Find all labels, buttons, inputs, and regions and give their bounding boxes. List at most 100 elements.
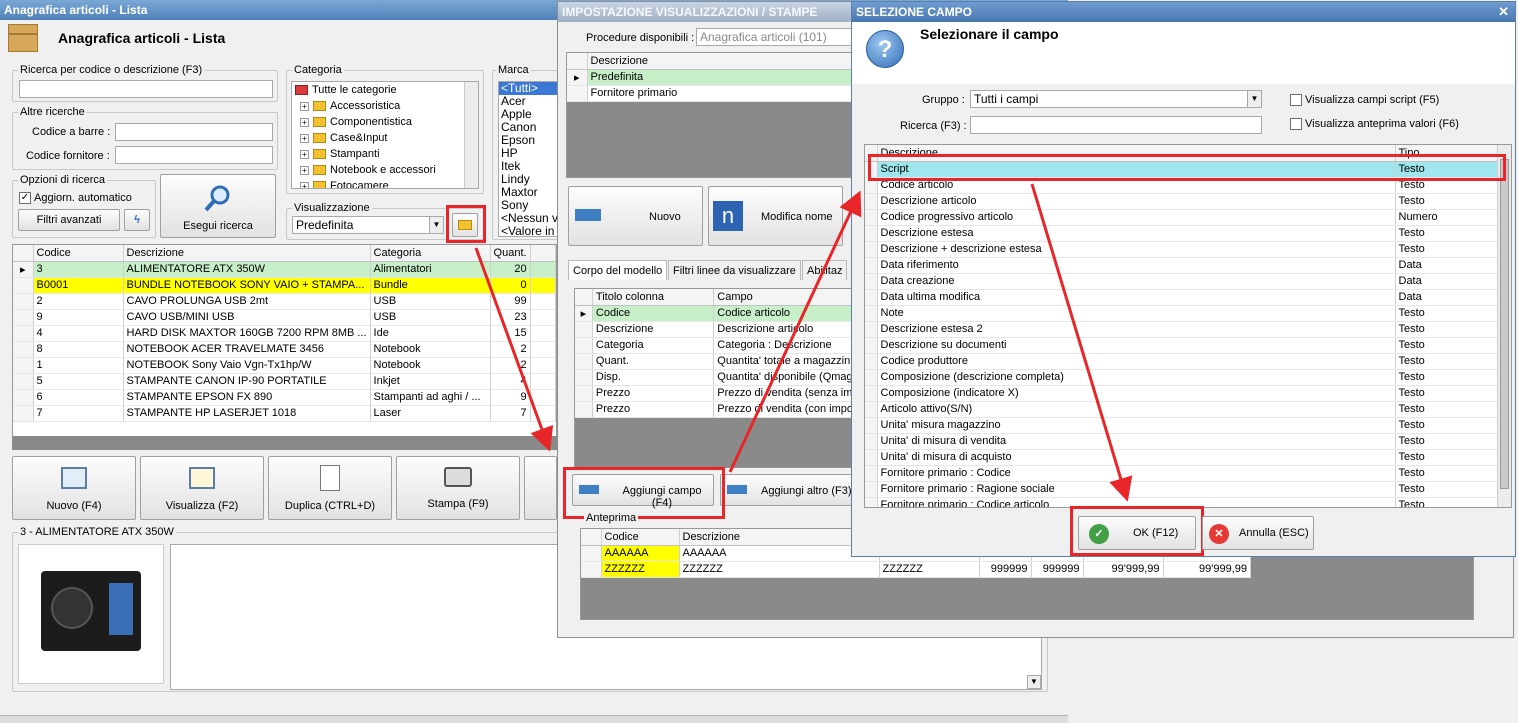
group-select[interactable]: Tutti i campi ▼ <box>970 90 1262 108</box>
field-row[interactable]: Data creazione Data <box>865 273 1499 290</box>
fields-header-desc[interactable]: Descrizione <box>877 145 1396 162</box>
table-row[interactable]: 4 HARD DISK MAXTOR 160GB 7200 RPM 8MB ...… <box>13 325 556 342</box>
field-row[interactable]: Unita' di misura di acquisto Testo <box>865 449 1499 466</box>
field-row[interactable]: Descrizione articolo Testo <box>865 193 1499 210</box>
barcode-input[interactable] <box>115 123 273 141</box>
supplier-code-input[interactable] <box>115 146 273 164</box>
column-row[interactable]: Quant. Quantita' totale a magazzin <box>575 353 857 370</box>
notes-scroll-down-icon[interactable]: ▼ <box>1027 675 1041 689</box>
show-preview-checkbox[interactable]: Visualizza anteprima valori (F6) <box>1290 118 1459 131</box>
tab-enable[interactable]: Abilitaz <box>802 260 848 280</box>
field-row[interactable]: Codice progressivo articolo Numero <box>865 209 1499 226</box>
category-item[interactable]: + Notebook e accessori <box>292 162 478 178</box>
tab-filters[interactable]: Filtri linee da visualizzare <box>668 260 801 280</box>
col-header-code[interactable]: Codice <box>33 245 124 262</box>
table-row[interactable]: ▸ 3 ALIMENTATORE ATX 350W Alimentatori 20 <box>13 261 556 278</box>
field-row[interactable]: Fornitore primario : Codice Testo <box>865 465 1499 482</box>
field-row[interactable]: Fornitore primario : Codice articolo Test… <box>865 497 1499 507</box>
category-item[interactable]: + Componentistica <box>292 114 478 130</box>
field-row[interactable]: Note Testo <box>865 305 1499 322</box>
new-button[interactable]: Nuovo (F4) <box>12 456 136 520</box>
run-search-button[interactable]: Esegui ricerca <box>160 174 276 238</box>
category-item[interactable]: + Accessoristica <box>292 98 478 114</box>
fields-scrollbar[interactable] <box>1497 145 1511 507</box>
field-row[interactable]: Descrizione + descrizione estesa Testo <box>865 241 1499 258</box>
table-row[interactable]: B0001 BUNDLE NOTEBOOK SONY VAIO + STAMPA.… <box>13 277 556 294</box>
table-row[interactable]: 7 STAMPANTE HP LASERJET 1018 Laser 7 <box>13 405 556 422</box>
column-row[interactable]: Descrizione Descrizione articolo <box>575 321 857 338</box>
field-row[interactable]: Articolo attivo(S/N) Testo <box>865 401 1499 418</box>
column-row[interactable]: Categoria Categoria : Descrizione <box>575 337 857 354</box>
model-row[interactable]: ▸ Predefinita <box>567 69 855 86</box>
table-row[interactable]: 9 CAVO USB/MINI USB USB 23 <box>13 309 556 326</box>
scroll-thumb[interactable] <box>1500 159 1509 489</box>
field-row[interactable]: Descrizione estesa Testo <box>865 225 1499 242</box>
expand-icon[interactable]: + <box>300 150 309 159</box>
view-button[interactable]: Visualizza (F2) <box>140 456 264 520</box>
category-item[interactable]: + Fotocamere <box>292 178 478 188</box>
category-item[interactable]: + Stampanti <box>292 146 478 162</box>
rename-model-button[interactable]: n Modifica nome <box>708 186 843 246</box>
grid-scrollbar[interactable] <box>12 436 557 450</box>
field-row[interactable]: Descrizione su documenti Testo <box>865 337 1499 354</box>
print-button[interactable]: Stampa (F9) <box>396 456 520 520</box>
brand-list[interactable]: <Tutti> Acer Apple Canon Epson HP Itek Lindy Max… <box>498 81 560 237</box>
view-select[interactable]: Predefinita ▼ <box>292 216 444 234</box>
cancel-button[interactable]: ✕ Annulla (ESC) <box>1202 516 1314 550</box>
field-row[interactable]: Composizione (indicatore X) Testo <box>865 385 1499 402</box>
expand-icon[interactable]: + <box>300 134 309 143</box>
columns-grid[interactable]: Titolo colonna Campo ▸ Codice Codice artic… <box>574 288 858 468</box>
table-row[interactable]: 5 STAMPANTE CANON IP-90 PORTATILE Inkjet 4 <box>13 373 556 390</box>
col-header-description[interactable]: Descrizione <box>123 245 371 262</box>
fields-grid[interactable]: Descrizione Tipo Script Testo Codice artic… <box>864 144 1512 508</box>
category-item[interactable]: Tutte le categorie <box>292 82 478 98</box>
table-row[interactable]: 1 NOTEBOOK Sony Vaio Vgn-Tx1hp/W Notebook 2 <box>13 357 556 374</box>
fields-header-type[interactable]: Tipo <box>1395 145 1499 162</box>
category-tree[interactable]: Tutte le categorie + Accessoristica + Compon… <box>291 81 479 189</box>
open-view-settings-button[interactable] <box>452 213 478 237</box>
new-model-button[interactable]: Nuovo <box>568 186 703 246</box>
advanced-filters-button[interactable]: Filtri avanzati <box>18 209 120 231</box>
field-row[interactable]: Unita' di misura di vendita Testo <box>865 433 1499 450</box>
table-row[interactable]: 8 NOTEBOOK ACER TRAVELMATE 3456 Notebook 2 <box>13 341 556 358</box>
more-button[interactable] <box>524 456 557 520</box>
col-header-qty[interactable]: Quant. <box>490 245 531 262</box>
tab-body[interactable]: Corpo del modello <box>568 260 668 280</box>
model-row[interactable]: Fornitore primario <box>567 85 855 102</box>
expand-icon[interactable]: + <box>300 102 309 111</box>
add-other-button[interactable]: Aggiungi altro (F3) <box>720 474 860 506</box>
column-row[interactable]: ▸ Codice Codice articolo <box>575 305 857 322</box>
expand-icon[interactable]: + <box>300 118 309 127</box>
field-row[interactable]: Script Testo <box>865 161 1499 178</box>
field-row[interactable]: Data ultima modifica Data <box>865 289 1499 306</box>
table-row[interactable]: 6 STAMPANTE EPSON FX 890 Stampanti ad aghi… <box>13 389 556 406</box>
lightning-button[interactable]: ϟ <box>124 209 150 231</box>
field-row[interactable]: Codice articolo Testo <box>865 177 1499 194</box>
show-script-checkbox[interactable]: Visualizza campi script (F5) <box>1290 94 1439 107</box>
search-input[interactable] <box>19 80 273 98</box>
auto-update-checkbox[interactable]: ✓ Aggiorn. automatico <box>19 192 132 205</box>
brand-item[interactable]: <Valore in <box>499 225 559 237</box>
expand-icon[interactable]: + <box>300 166 309 175</box>
field-row[interactable]: Unita' misura magazzino Testo <box>865 417 1499 434</box>
close-icon[interactable]: ✕ <box>1498 4 1509 20</box>
col-header-category[interactable]: Categoria <box>370 245 491 262</box>
duplicate-button[interactable]: Duplica (CTRL+D) <box>268 456 392 520</box>
search-field-input[interactable] <box>970 116 1262 134</box>
field-row[interactable]: Fornitore primario : Ragione sociale Test… <box>865 481 1499 498</box>
procedures-select[interactable]: Anagrafica articoli (101) <box>696 28 856 46</box>
column-row[interactable]: Disp. Quantita' disponibile (Qmag <box>575 369 857 386</box>
field-row[interactable]: Data riferimento Data <box>865 257 1499 274</box>
tree-scrollbar[interactable] <box>464 82 478 188</box>
column-row[interactable]: Prezzo Prezzo di vendita (con impo <box>575 401 857 418</box>
expand-icon[interactable]: + <box>300 182 309 188</box>
field-row[interactable]: Codice produttore Testo <box>865 353 1499 370</box>
ok-button[interactable]: ✓ OK (F12) <box>1078 516 1196 550</box>
articles-grid[interactable]: Codice Descrizione Categoria Quant. ▸ 3 AL… <box>12 244 557 450</box>
table-row[interactable]: 2 CAVO PROLUNGA USB 2mt USB 99 <box>13 293 556 310</box>
field-row[interactable]: Composizione (descrizione completa) Testo <box>865 369 1499 386</box>
category-item[interactable]: + Case&Input <box>292 130 478 146</box>
column-row[interactable]: Prezzo Prezzo di vendita (senza im <box>575 385 857 402</box>
add-field-button[interactable]: Aggiungi campo (F4) <box>572 474 714 509</box>
field-row[interactable]: Descrizione estesa 2 Testo <box>865 321 1499 338</box>
